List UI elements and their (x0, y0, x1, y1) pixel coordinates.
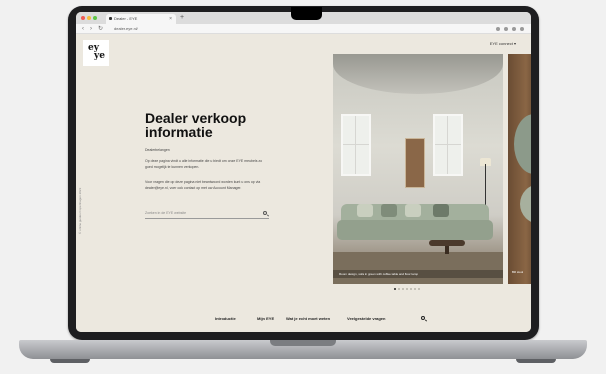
sofa-cushion (405, 204, 421, 217)
carousel-dot[interactable] (418, 288, 420, 290)
sofa-cushion (357, 204, 373, 217)
side-caption: © online guides Copenhagen 2023 (78, 187, 82, 234)
laptop-screen: Dealer - EYE × + ‹ › ↻ dealer.eye.nl/ ey… (76, 12, 531, 332)
web-page: ey ye EYE connect ▾ © online guides Cope… (76, 34, 531, 332)
carousel-dot[interactable] (414, 288, 416, 290)
new-tab-button[interactable]: + (180, 13, 184, 23)
bookmark-icon[interactable] (504, 27, 508, 31)
search-icon[interactable] (263, 211, 267, 215)
laptop-foot-right (516, 359, 556, 363)
carousel-slide-2[interactable]: Bill stool (508, 54, 531, 284)
menu-icon[interactable] (520, 27, 524, 31)
stool-shape (520, 184, 531, 224)
floor-rug (333, 252, 503, 284)
intro-paragraph: Op deze pagina vindt u alle informatie d… (145, 159, 263, 169)
maximize-window-icon[interactable] (93, 16, 97, 20)
sofa-cushion (433, 204, 449, 217)
coffee-table-leg (445, 246, 449, 254)
search-placeholder: Zoeken in de EYE website (145, 211, 187, 215)
carousel-dot[interactable] (410, 288, 412, 290)
contact-paragraph: Voor vragen die op deze pagina niet bean… (145, 180, 261, 190)
eye-logo[interactable]: ey ye (83, 40, 109, 66)
sofa-seat (337, 220, 493, 240)
close-tab-icon[interactable]: × (169, 14, 172, 24)
carousel-dot[interactable] (406, 288, 408, 290)
ceiling-arch (333, 54, 503, 94)
back-button[interactable]: ‹ (82, 25, 84, 33)
laptop-foot-left (50, 359, 90, 363)
browser-tab-title: Dealer - EYE (114, 16, 138, 21)
wall-painting (405, 138, 425, 188)
camera-notch (291, 7, 322, 20)
room-window-left (341, 114, 371, 176)
search-icon[interactable] (421, 316, 425, 320)
close-window-icon[interactable] (81, 16, 85, 20)
slide-caption: Room design, sofa in green with coffee t… (333, 270, 503, 278)
minimize-window-icon[interactable] (87, 16, 91, 20)
slide-caption: Bill stool (512, 270, 524, 274)
profile-icon[interactable] (512, 27, 516, 31)
carousel-slide-1[interactable]: Room design, sofa in green with coffee t… (333, 54, 503, 284)
carousel-dot[interactable] (398, 288, 400, 290)
forward-button[interactable]: › (90, 25, 92, 33)
language-selector[interactable]: EYE connect ▾ (490, 41, 516, 46)
page-subtitle: Dealerbelangen (145, 148, 170, 152)
nav-item-veelgestelde-vragen[interactable]: Veelgestelde vragen (347, 316, 385, 321)
extension-icon[interactable] (496, 27, 500, 31)
browser-tab[interactable]: Dealer - EYE × (106, 14, 176, 24)
search-field[interactable]: Zoeken in de EYE website (145, 210, 269, 219)
room-window-right (433, 114, 463, 176)
nav-item-mijn-eye[interactable]: Mijn EYE (257, 316, 274, 321)
address-bar[interactable]: dealer.eye.nl/ (114, 26, 174, 32)
carousel-dot[interactable] (402, 288, 404, 290)
browser-toolbar: ‹ › ↻ dealer.eye.nl/ (76, 24, 531, 34)
sofa-cushion (381, 204, 397, 217)
nav-item-wat-je-moet-weten[interactable]: Wat je echt moet weten (286, 316, 330, 321)
laptop-base-groove (270, 340, 336, 346)
footer-nav: Introductie Mijn EYE Wat je echt moet we… (76, 316, 531, 326)
carousel-dot[interactable] (394, 288, 396, 290)
page-title: Dealer verkoop informatie (145, 110, 247, 140)
stool-shape (514, 114, 531, 174)
logo-text-line2: ye (94, 51, 105, 61)
nav-item-introductie[interactable]: Introductie (215, 316, 236, 321)
favicon-icon (109, 17, 112, 20)
reload-button[interactable]: ↻ (98, 25, 103, 33)
